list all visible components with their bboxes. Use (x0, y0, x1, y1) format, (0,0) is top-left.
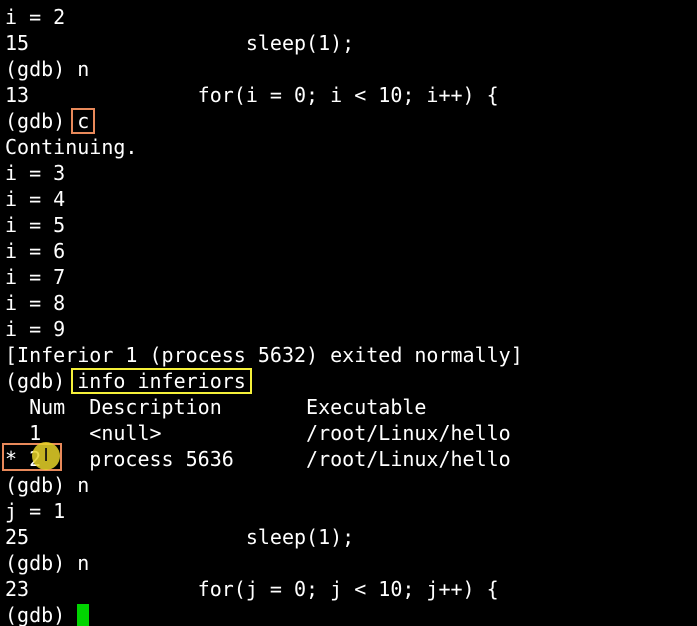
output-line: [Inferior 1 (process 5632) exited normal… (5, 343, 523, 367)
gdb-input-line[interactable]: (gdb) (0, 602, 697, 626)
source-line: 15 sleep(1); (5, 31, 355, 55)
gdb-command-line: (gdb) info inferiors (0, 368, 697, 394)
gdb-command-line: (gdb) n (5, 473, 90, 497)
table-header: Num Description Executable (5, 395, 427, 419)
gdb-command-line: (gdb) n (5, 551, 90, 575)
output-line: i = 4 (5, 187, 66, 211)
gdb-command-line: (gdb) n (5, 57, 90, 81)
output-line: i = 8 (5, 291, 66, 315)
output-line: j = 1 (5, 499, 66, 523)
highlighted-command-info-inferiors: info inferiors (71, 368, 252, 394)
source-line: 23 for(j = 0; j < 10; j++) { (5, 577, 499, 601)
output-line: i = 3 (5, 161, 66, 185)
gdb-command-line: (gdb) c (0, 108, 697, 134)
output-line: i = 9 (5, 317, 66, 341)
table-row-current: * 2 process 5636 /root/Linux/hello (5, 447, 511, 471)
terminal-window[interactable]: i = 2 15 sleep(1); (gdb) n 13 for(i = 0;… (0, 0, 697, 626)
source-line: 25 sleep(1); (5, 525, 355, 549)
text-cursor (77, 604, 90, 626)
output-line: i = 6 (5, 239, 66, 263)
i-beam-icon: I (43, 445, 49, 466)
gdb-prompt: (gdb) (5, 369, 78, 393)
gdb-prompt: (gdb) (5, 109, 78, 133)
highlighted-command-continue: c (71, 108, 96, 134)
output-line: i = 5 (5, 213, 66, 237)
output-line: Continuing. (5, 135, 138, 159)
source-line: 13 for(i = 0; i < 10; i++) { (5, 83, 499, 107)
output-line: i = 7 (5, 265, 66, 289)
table-row: 1 <null> /root/Linux/hello (5, 421, 511, 445)
gdb-prompt: (gdb) (5, 603, 78, 626)
output-line: i = 2 (5, 5, 66, 29)
